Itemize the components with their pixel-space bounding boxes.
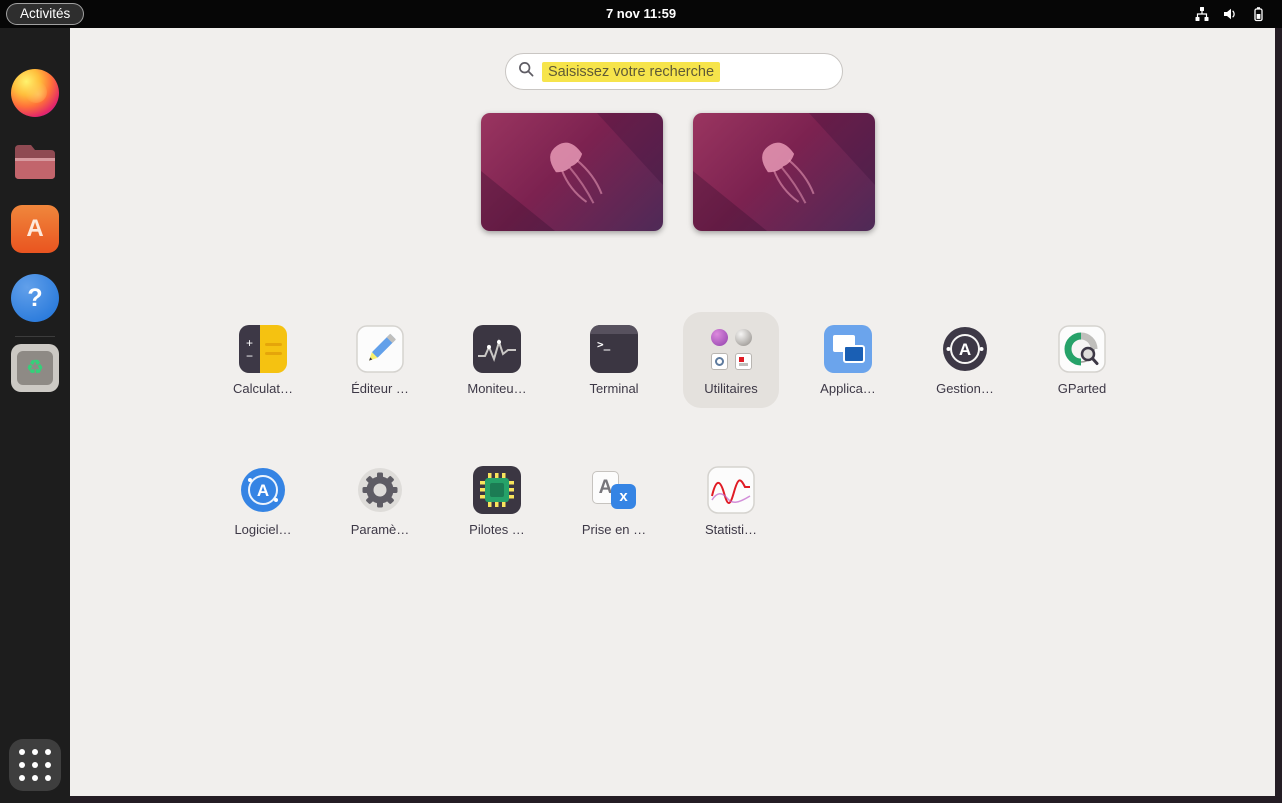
app-tile-drivers[interactable]: Pilotes … xyxy=(439,466,555,607)
app-label: Logiciel… xyxy=(234,522,291,537)
app-tile-power-statistics[interactable]: Statisti… xyxy=(673,466,789,607)
app-label: Statisti… xyxy=(705,522,757,537)
app-label: Calculat… xyxy=(233,381,293,396)
app-tile-system-monitor[interactable]: Moniteu… xyxy=(439,325,555,466)
battery-icon xyxy=(1250,6,1266,22)
app-label: Pilotes … xyxy=(469,522,525,537)
app-tile-calculator[interactable]: +− Calculat… xyxy=(205,325,321,466)
gnome-activities-overview: { "topbar": { "activities_label": "Activ… xyxy=(0,0,1282,803)
dock-item-files[interactable] xyxy=(11,138,59,186)
network-icon xyxy=(1194,6,1210,22)
dock-item-help[interactable] xyxy=(11,274,59,322)
search-selected-text: Saisissez votre recherche xyxy=(542,62,720,82)
ubuntu-software-icon xyxy=(11,205,59,253)
calculator-icon: +− xyxy=(239,325,287,373)
power-statistics-icon xyxy=(707,466,755,514)
app-tile-terminal[interactable]: >_ Terminal xyxy=(556,325,672,466)
app-label: Paramè… xyxy=(351,522,410,537)
volume-icon xyxy=(1222,6,1238,22)
system-monitor-icon xyxy=(473,325,521,373)
mini-app-icon xyxy=(735,329,752,346)
app-tile-applications[interactable]: Applica… xyxy=(790,325,906,466)
mini-app-icon xyxy=(735,353,752,370)
recycle-glyph: ♻ xyxy=(17,351,53,385)
svg-text:A: A xyxy=(959,340,971,359)
app-tile-text-editor[interactable]: Éditeur … xyxy=(322,325,438,466)
app-tile-settings[interactable]: Paramè… xyxy=(322,466,438,607)
jellyfish-wallpaper xyxy=(693,113,875,231)
app-grid: +− Calculat… Éditeur … xyxy=(205,325,1140,607)
app-manager-icon: A xyxy=(941,325,989,373)
app-label: Éditeur … xyxy=(351,381,409,396)
terminal-icon: >_ xyxy=(590,325,638,373)
dock-item-ubuntu-software[interactable] xyxy=(11,205,59,253)
activities-button[interactable]: Activités xyxy=(6,3,84,25)
dock: ♻ xyxy=(0,28,70,803)
drivers-icon xyxy=(473,466,521,514)
workspace-thumbnail-1[interactable] xyxy=(481,113,663,231)
dock-item-firefox[interactable] xyxy=(11,69,59,117)
app-label: Applica… xyxy=(820,381,876,396)
wallpaper-bottom-edge xyxy=(70,796,1282,803)
firefox-icon xyxy=(11,69,59,117)
app-tile-language-support[interactable]: A x Prise en … xyxy=(556,466,672,607)
clock-button[interactable]: 7 nov 11:59 xyxy=(596,0,686,28)
show-apps-grid-icon xyxy=(19,749,51,781)
app-tile-software[interactable]: A Logiciel… xyxy=(205,466,321,607)
language-support-icon: A x xyxy=(590,466,638,514)
text-editor-icon xyxy=(356,325,404,373)
app-label: Moniteu… xyxy=(467,381,526,396)
mini-app-icon xyxy=(711,329,728,346)
gparted-icon xyxy=(1058,325,1106,373)
software-icon: A xyxy=(239,466,287,514)
search-input[interactable]: Saisissez votre recherche xyxy=(505,53,843,90)
search-icon xyxy=(518,61,534,82)
mini-app-icon xyxy=(711,353,728,370)
dock-item-recycle-app[interactable]: ♻ xyxy=(11,344,59,392)
app-label: Terminal xyxy=(589,381,638,396)
svg-text:A: A xyxy=(257,481,269,500)
system-status-area[interactable] xyxy=(1188,0,1272,28)
app-tile-app-manager[interactable]: A Gestion… xyxy=(907,325,1023,466)
applications-icon xyxy=(824,325,872,373)
app-folder-utilities[interactable]: Utilitaires xyxy=(673,325,789,466)
jellyfish-wallpaper xyxy=(481,113,663,231)
app-label: Utilitaires xyxy=(704,381,757,396)
workspace-thumbnail-2[interactable] xyxy=(693,113,875,231)
app-label: Prise en … xyxy=(582,522,646,537)
top-bar: Activités 7 nov 11:59 xyxy=(0,0,1282,28)
app-tile-gparted[interactable]: GParted xyxy=(1024,325,1140,466)
settings-icon xyxy=(356,466,404,514)
files-icon xyxy=(11,138,59,186)
utilities-folder-icon xyxy=(707,325,755,373)
dock-separator xyxy=(15,336,55,337)
app-label: Gestion… xyxy=(936,381,994,396)
show-apps-button[interactable] xyxy=(9,739,61,791)
adjacent-workspace-edge xyxy=(1275,28,1282,803)
help-icon xyxy=(11,274,59,322)
app-label: GParted xyxy=(1058,381,1106,396)
recycle-app-icon: ♻ xyxy=(11,344,59,392)
translation-glyph: x xyxy=(611,484,636,509)
